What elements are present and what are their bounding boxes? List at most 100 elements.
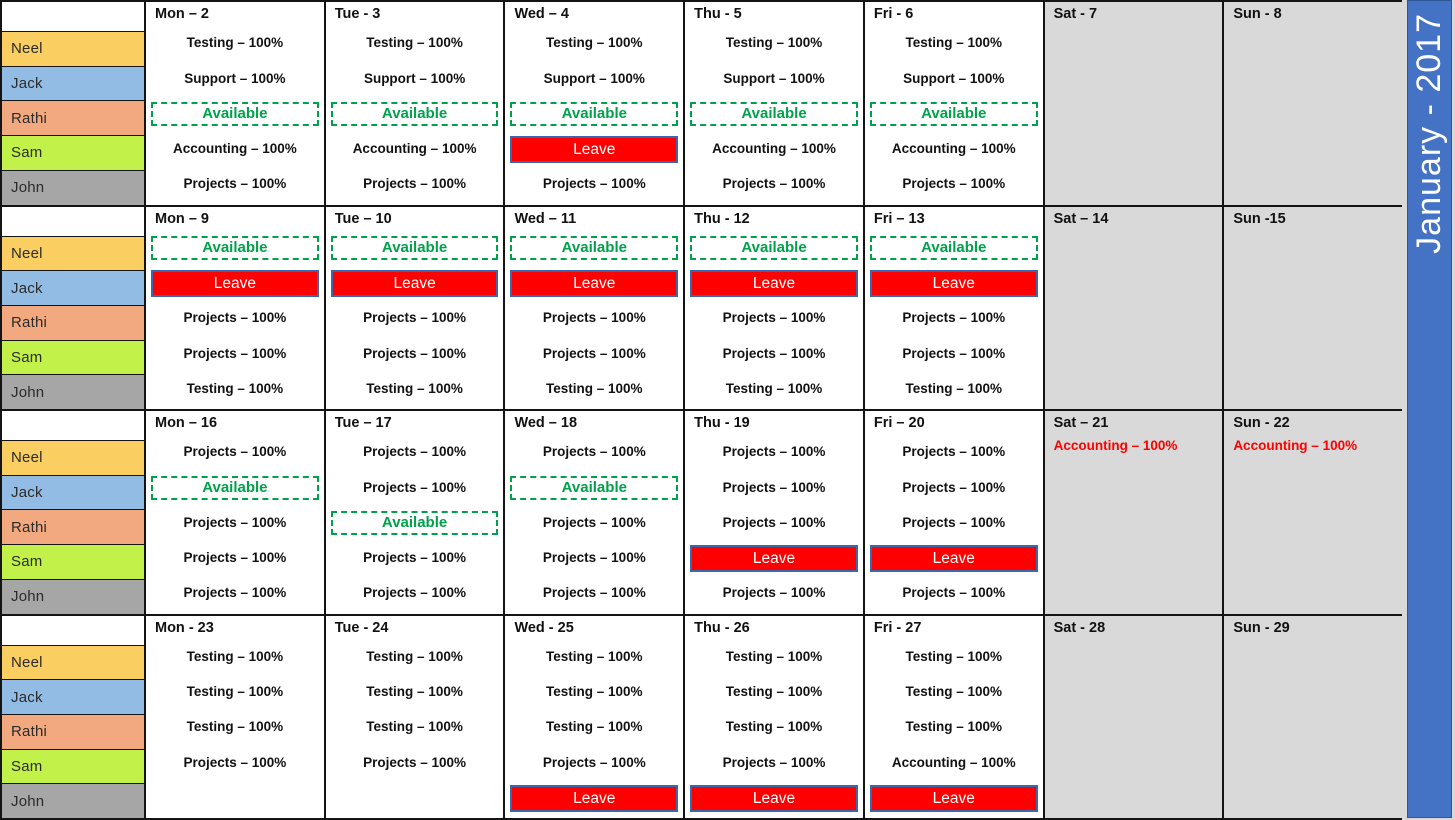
available-badge[interactable]: Available xyxy=(510,235,679,261)
resource-name-cell[interactable]: Sam xyxy=(2,749,144,785)
available-badge[interactable]: Available xyxy=(690,101,858,127)
weekend-day-cell[interactable]: Sat - 7 xyxy=(1044,2,1225,205)
weekend-day-cell[interactable]: Sun - 22 Accounting – 100% xyxy=(1224,411,1403,614)
available-badge[interactable]: Available xyxy=(690,235,858,261)
day-cell[interactable]: Mon - 23 Testing – 100% Testing – 100% Test… xyxy=(146,615,326,818)
assignment-slots xyxy=(1045,26,1223,205)
assignment-slots: Testing – 100% Support – 100% Available Lea… xyxy=(505,26,683,205)
day-cell[interactable]: Tue - 3 Testing – 100% Support – 100% Avail… xyxy=(325,2,506,205)
day-cell[interactable]: Mon – 2 Testing – 100% Support – 100% Avail… xyxy=(146,2,326,205)
resource-name-cell[interactable]: Sam xyxy=(2,136,144,171)
resource-name-cell[interactable]: Rathi xyxy=(2,101,144,137)
resource-name-cell[interactable]: Neel xyxy=(2,645,144,681)
assignment-slot: Testing – 100% xyxy=(510,372,678,407)
resource-name-cell[interactable]: Jack xyxy=(2,475,144,511)
assignment-slot: Available xyxy=(510,470,679,505)
resource-name-cell[interactable]: Sam xyxy=(2,340,144,376)
leave-badge[interactable]: Leave xyxy=(690,545,858,573)
day-label: Tue – 17 xyxy=(334,415,392,431)
leave-badge[interactable]: Leave xyxy=(330,269,499,297)
weekend-day-cell[interactable]: Sun - 29 xyxy=(1224,615,1403,819)
weekend-day-cell[interactable]: Sat - 28 xyxy=(1044,615,1225,818)
week-row: Neel Jack Rathi Sam John Mon – 16 Projects – 1… xyxy=(2,411,1403,616)
assignment-label: Projects – 100% xyxy=(183,444,287,460)
resource-name-cell[interactable]: Rathi xyxy=(2,305,144,341)
assignment-label: Projects – 100% xyxy=(902,176,1006,192)
leave-badge[interactable]: Leave xyxy=(869,784,1038,812)
leave-badge[interactable]: Leave xyxy=(869,545,1038,573)
resource-name-cell[interactable]: Sam xyxy=(2,545,144,580)
resource-name-cell[interactable]: John xyxy=(2,375,144,410)
assignment-slots xyxy=(1224,640,1402,819)
day-cell[interactable]: Mon – 16 Projects – 100% Available Projects… xyxy=(146,411,326,614)
weekend-day-cell[interactable]: Sun - 8 xyxy=(1224,2,1403,205)
day-cell[interactable]: Tue - 24 Testing – 100% Testing – 100% Test… xyxy=(325,615,506,818)
weekend-day-cell[interactable]: Sun -15 xyxy=(1224,206,1403,409)
assignment-label: Projects – 100% xyxy=(902,514,1006,530)
available-badge[interactable]: Available xyxy=(510,475,679,501)
day-cell[interactable]: Wed – 11 Available Leave Projects – 100% Pro… xyxy=(505,206,686,409)
resource-name-cell[interactable]: John xyxy=(2,784,144,819)
assignment-slot: Available xyxy=(510,231,679,266)
assignment-label: Projects – 100% xyxy=(363,550,466,566)
assignment-label: Testing – 100% xyxy=(366,719,463,735)
resource-name-cell[interactable]: Rathi xyxy=(2,714,144,750)
available-badge[interactable]: Available xyxy=(330,101,499,127)
available-badge[interactable]: Available xyxy=(151,475,319,501)
weekend-assignment-label: Accounting – 100% xyxy=(1233,438,1358,453)
assignment-label: Projects – 100% xyxy=(722,345,826,361)
assignment-label: Projects – 100% xyxy=(183,514,287,530)
resource-names-column: Neel Jack Rathi Sam John xyxy=(2,411,146,614)
available-badge[interactable]: Available xyxy=(151,101,319,127)
leave-badge[interactable]: Leave xyxy=(510,136,679,164)
leave-badge[interactable]: Leave xyxy=(510,269,679,297)
resource-name-cell[interactable]: Jack xyxy=(2,680,144,715)
weekend-day-cell[interactable]: Sat – 21 Accounting – 100% xyxy=(1044,411,1225,614)
available-badge[interactable]: Available xyxy=(510,101,679,127)
weekend-assignment-label: Accounting – 100% xyxy=(1053,438,1178,453)
assignment-slot: Leave xyxy=(690,266,858,301)
assignment-slot xyxy=(151,781,319,816)
day-cell[interactable]: Thu - 12 Available Leave Projects – 100% Pro… xyxy=(685,206,865,409)
assignment-slot: Projects – 100% xyxy=(690,576,858,611)
resource-name-cell[interactable]: Neel xyxy=(2,441,144,476)
day-cell[interactable]: Fri – 13 Available Leave Projects – 100% Pro… xyxy=(864,206,1045,409)
assignment-slot: Available xyxy=(869,231,1038,266)
leave-badge[interactable]: Leave xyxy=(151,269,319,297)
assignment-slot: Projects – 100% xyxy=(151,576,319,611)
available-badge[interactable]: Available xyxy=(869,101,1038,127)
leave-badge[interactable]: Leave xyxy=(869,269,1038,297)
assignment-label: Testing – 100% xyxy=(366,35,463,51)
leave-badge[interactable]: Leave xyxy=(690,784,858,812)
day-cell[interactable]: Wed – 18 Projects – 100% Available Projects… xyxy=(505,411,686,614)
assignment-slot: Projects – 100% xyxy=(510,301,678,336)
day-cell[interactable]: Thu - 19 Projects – 100% Projects – 100% Pr… xyxy=(685,411,865,614)
day-cell[interactable]: Mon – 9 Available Leave Projects – 100% Proj… xyxy=(146,206,326,409)
day-cell[interactable]: Tue – 17 Projects – 100% Projects – 100% Av… xyxy=(325,411,506,614)
available-badge[interactable]: Available xyxy=(151,235,319,261)
leave-badge[interactable]: Leave xyxy=(690,269,858,297)
day-cell[interactable]: Fri – 20 Projects – 100% Projects – 100% Pr… xyxy=(864,411,1045,614)
weekend-day-cell[interactable]: Sat – 14 xyxy=(1044,206,1225,409)
resource-name-cell[interactable]: Jack xyxy=(2,66,144,102)
available-badge[interactable]: Available xyxy=(330,235,499,261)
day-cell[interactable]: Wed - 25 Testing – 100% Testing – 100% Test… xyxy=(505,615,686,818)
resource-name-cell[interactable]: John xyxy=(2,579,144,614)
available-badge[interactable]: Available xyxy=(330,510,499,536)
assignment-label: Testing – 100% xyxy=(546,719,643,735)
day-cell[interactable]: Fri - 6 Testing – 100% Support – 100% Avail… xyxy=(864,2,1045,205)
resource-name-cell[interactable]: Neel xyxy=(2,236,144,272)
resource-name-cell[interactable]: John xyxy=(2,170,144,205)
resource-name-cell[interactable]: Rathi xyxy=(2,510,144,546)
day-cell[interactable]: Thu - 26 Testing – 100% Testing – 100% Test… xyxy=(685,615,865,818)
day-cell[interactable]: Tue – 10 Available Leave Projects – 100% Pro… xyxy=(325,206,506,409)
day-label: Thu - 12 xyxy=(694,210,750,227)
day-cell[interactable]: Fri - 27 Testing – 100% Testing – 100% Test… xyxy=(864,615,1045,818)
resource-name-cell[interactable]: Jack xyxy=(2,271,144,306)
leave-badge[interactable]: Leave xyxy=(510,784,679,812)
day-cell[interactable]: Thu - 5 Testing – 100% Support – 100% Avail… xyxy=(685,2,865,205)
day-cell[interactable]: Wed – 4 Testing – 100% Support – 100% Avail… xyxy=(505,2,686,205)
assignment-slot: Leave xyxy=(151,266,319,301)
available-badge[interactable]: Available xyxy=(869,235,1038,261)
resource-name-cell[interactable]: Neel xyxy=(2,32,144,67)
